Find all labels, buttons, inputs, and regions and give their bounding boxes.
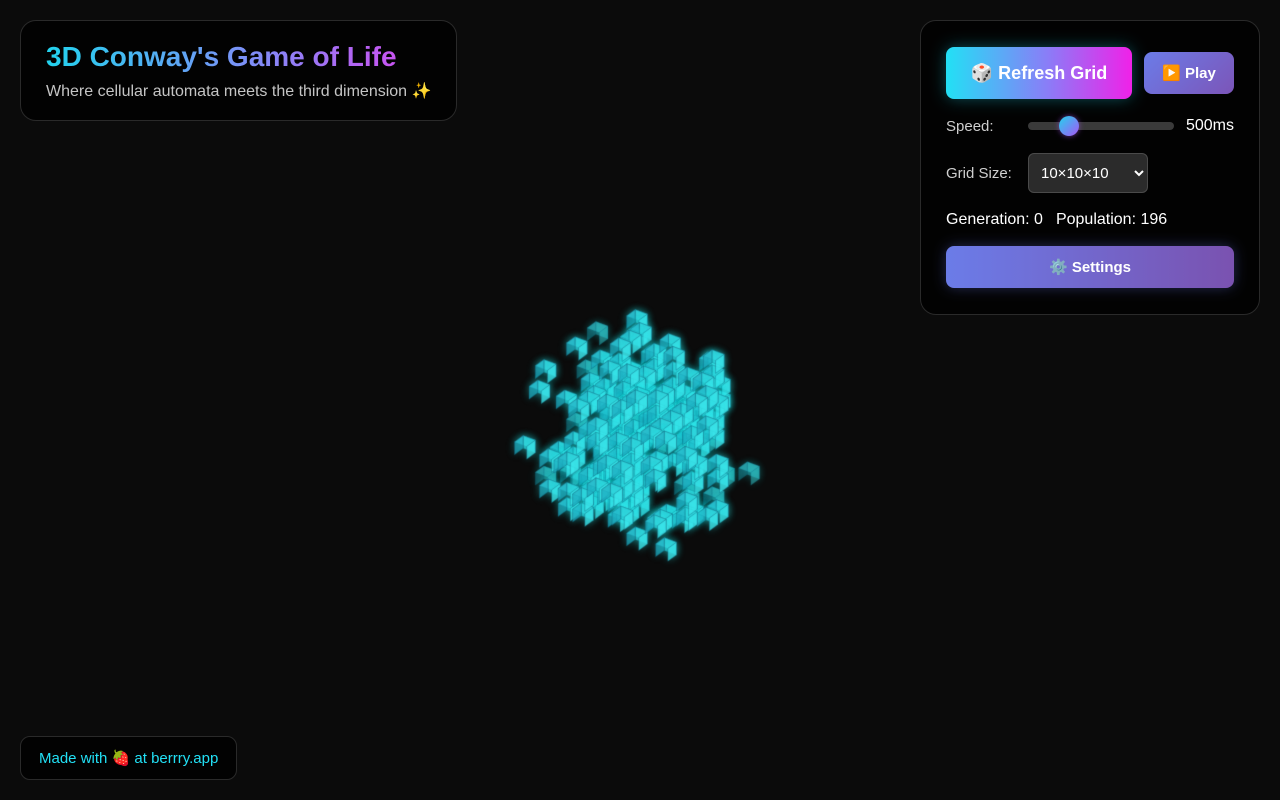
footer-made-with: Made with 🍓 at <box>39 750 147 767</box>
play-button[interactable]: ▶️ Play <box>1144 52 1234 94</box>
grid-size-select[interactable]: 10×10×10 <box>1028 153 1148 193</box>
generation-count: Generation: 0 <box>946 211 1043 228</box>
speed-row: Speed: 500ms <box>946 116 1234 136</box>
refresh-grid-button[interactable]: 🎲 Refresh Grid <box>946 47 1132 99</box>
speed-slider-thumb[interactable] <box>1059 116 1080 136</box>
grid-size-label: Grid Size: <box>946 164 1012 182</box>
stats-row: Generation: 0 Population: 196 <box>946 211 1234 229</box>
speed-slider[interactable] <box>1027 116 1174 136</box>
footer-badge: Made with 🍓 at berrry.app <box>20 736 237 780</box>
page-title: 3D Conway's Game of Life <box>46 41 431 73</box>
primary-actions: 🎲 Refresh Grid ▶️ Play <box>946 47 1234 99</box>
grid-size-row: Grid Size: 10×10×10 <box>946 153 1234 193</box>
control-panel: 🎲 Refresh Grid ▶️ Play Speed: 500ms Grid… <box>920 20 1260 315</box>
speed-label: Speed: <box>946 117 994 135</box>
page-subtitle: Where cellular automata meets the third … <box>46 83 432 100</box>
speed-value: 500ms <box>1185 117 1234 134</box>
settings-button[interactable]: ⚙️ Settings <box>946 246 1234 288</box>
population-count: Population: 196 <box>1055 211 1168 228</box>
footer-site-link[interactable]: berrry.app <box>151 750 218 767</box>
title-panel: 3D Conway's Game of Life Where cellular … <box>20 20 457 121</box>
